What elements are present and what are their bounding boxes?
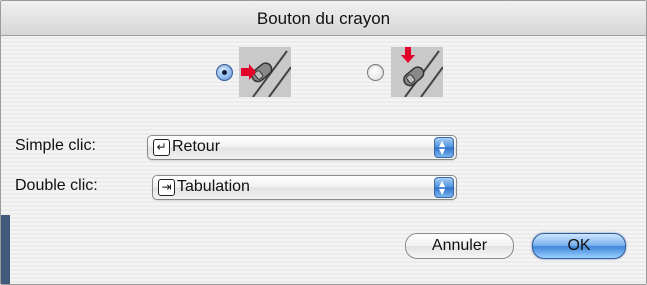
- popup-arrows-icon: ▲ ▼: [434, 177, 454, 198]
- cancel-button[interactable]: Annuler: [405, 233, 514, 259]
- single-click-popup[interactable]: ↵ Retour ▲ ▼: [147, 135, 457, 160]
- tab-key-icon: ⇥: [158, 179, 175, 196]
- return-key-icon: ↵: [153, 139, 170, 156]
- ok-button[interactable]: OK: [532, 233, 626, 259]
- pen-tip-button-icon: [391, 47, 443, 97]
- double-click-value: Tabulation: [177, 178, 250, 195]
- window-title: Bouton du crayon: [256, 9, 391, 28]
- popup-arrows-icon: ▲ ▼: [434, 137, 454, 158]
- pen-side-button-icon: [239, 47, 291, 97]
- background-window-edge: [1, 215, 10, 284]
- double-click-popup[interactable]: ⇥ Tabulation ▲ ▼: [152, 175, 457, 200]
- dialog-window: Bouton du crayon Simple clic: ↵ Retour ▲…: [0, 0, 647, 285]
- radio-option-tip[interactable]: [367, 64, 384, 81]
- single-click-label: Simple clic:: [15, 137, 96, 154]
- double-click-label: Double clic:: [15, 177, 98, 194]
- title-bar[interactable]: Bouton du crayon: [1, 1, 646, 36]
- single-click-value: Retour: [172, 138, 221, 155]
- radio-option-side[interactable]: [216, 64, 233, 81]
